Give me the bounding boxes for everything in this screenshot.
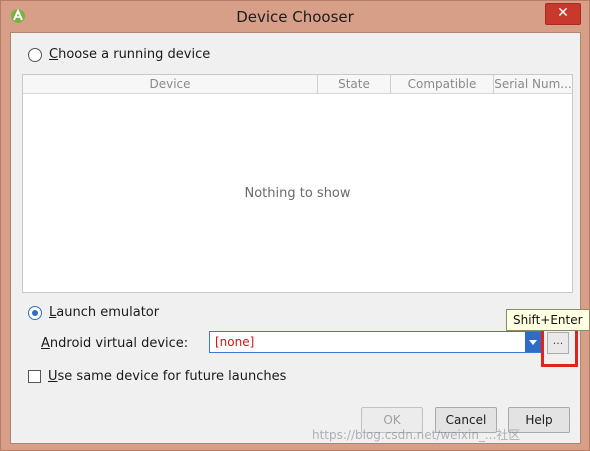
launch-emulator-radio[interactable]	[28, 306, 42, 320]
mnemonic-u: U	[48, 369, 58, 384]
column-state[interactable]: State	[318, 75, 391, 93]
window-title: Device Chooser	[236, 7, 354, 26]
launch-emulator-label[interactable]: Launch emulator	[49, 305, 159, 320]
shortcut-tooltip: Shift+Enter	[506, 309, 590, 331]
close-icon: ✕	[557, 5, 569, 21]
avd-label-text: ndroid virtual device:	[49, 336, 189, 351]
launch-emulator-text: aunch emulator	[56, 305, 160, 320]
use-same-device-text: se same device for future launches	[57, 369, 287, 384]
mnemonic-a: A	[41, 336, 50, 351]
choose-running-device-radio[interactable]	[28, 48, 42, 62]
choose-running-device-text: hoose a running device	[58, 47, 211, 62]
avd-selected-value: [none]	[215, 335, 255, 349]
watermark-text: https://blog.csdn.net/weixin_...社区	[312, 428, 521, 442]
column-compatible[interactable]: Compatible	[391, 75, 494, 93]
device-table[interactable]: Device State Compatible Serial Num... No…	[22, 74, 573, 293]
use-same-device-label[interactable]: Use same device for future launches	[48, 369, 286, 384]
avd-dropdown[interactable]: [none]	[209, 331, 542, 353]
column-device[interactable]: Device	[23, 75, 318, 93]
dialog-content: Choose a running device Device State Com…	[10, 32, 590, 444]
close-button[interactable]: ✕	[545, 3, 581, 25]
empty-table-message: Nothing to show	[244, 186, 351, 201]
title-bar[interactable]: Device Chooser ✕	[1, 1, 589, 32]
mnemonic-c: C	[49, 47, 59, 62]
device-table-header: Device State Compatible Serial Num...	[23, 75, 572, 94]
avd-label: Android virtual device:	[41, 336, 188, 351]
device-chooser-window: Device Chooser ✕ Choose a running device…	[0, 0, 590, 451]
chevron-down-icon[interactable]	[525, 332, 541, 352]
column-serial-number[interactable]: Serial Num...	[494, 75, 572, 93]
android-studio-icon	[11, 8, 25, 23]
choose-running-device-label[interactable]: Choose a running device	[49, 47, 210, 62]
use-same-device-checkbox[interactable]	[28, 370, 41, 383]
